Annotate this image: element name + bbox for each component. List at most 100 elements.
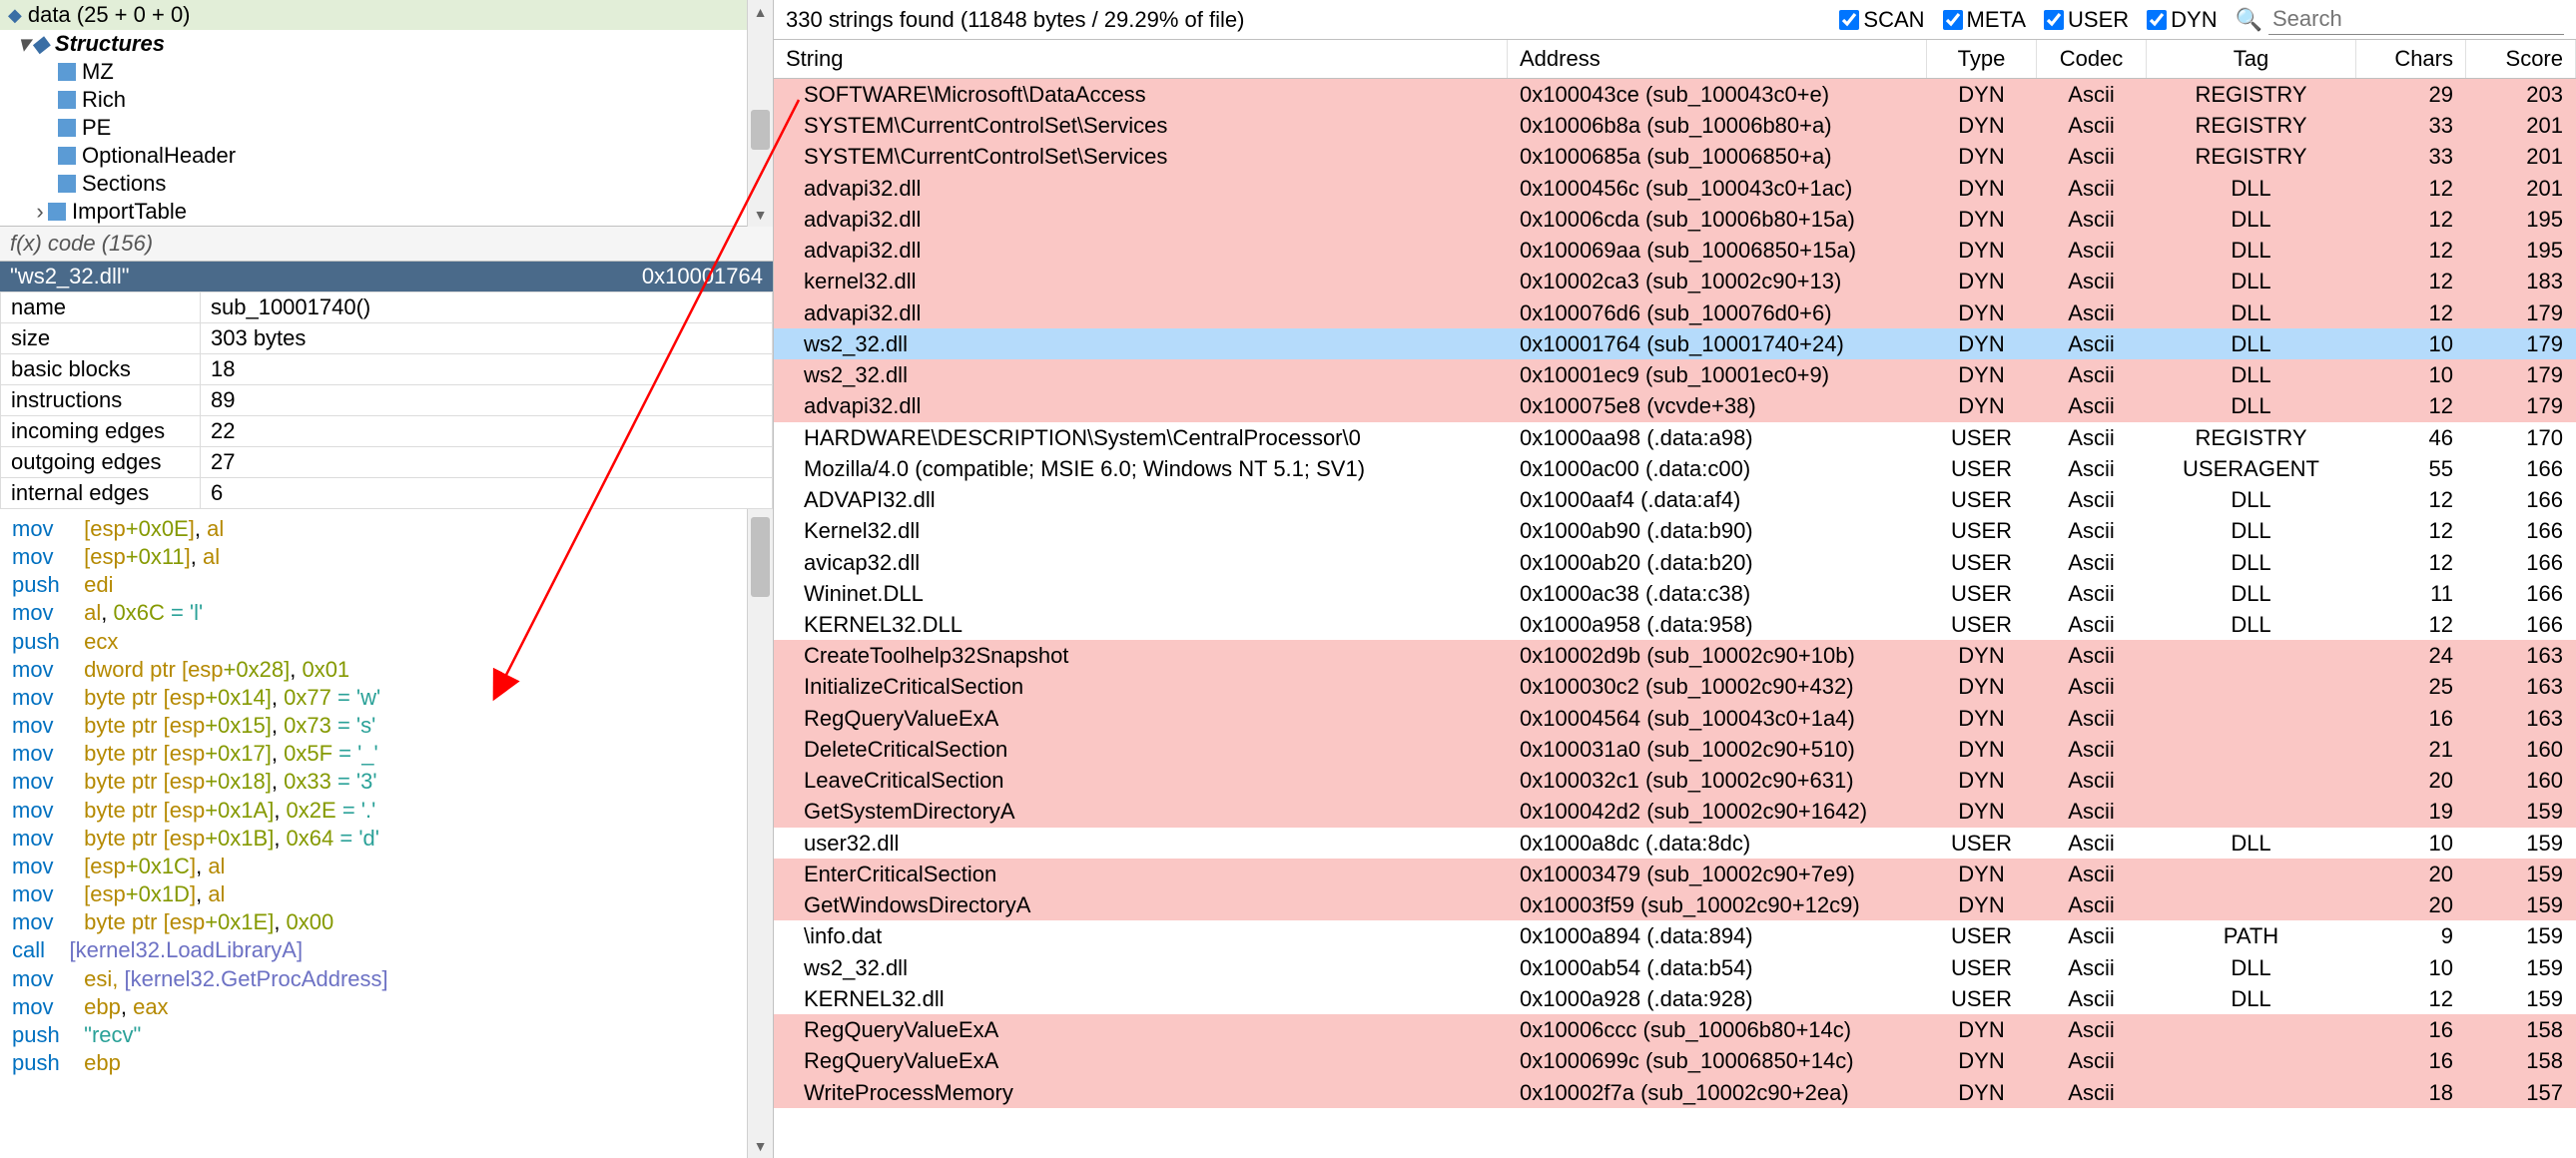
col-chars[interactable]: Chars — [2356, 40, 2466, 78]
asm-line[interactable]: mov ebp, eax — [12, 993, 735, 1021]
table-row[interactable]: RegQueryValueExA0x10006ccc (sub_10006b80… — [774, 1014, 2576, 1045]
table-row[interactable]: SOFTWARE\Microsoft\DataAccess0x100043ce … — [774, 79, 2576, 110]
table-row[interactable]: CreateToolhelp32Snapshot0x10002d9b (sub_… — [774, 640, 2576, 671]
table-row[interactable]: advapi32.dll0x100075e8 (vcvde+38)DYNAsci… — [774, 390, 2576, 421]
col-score[interactable]: Score — [2466, 40, 2576, 78]
table-row[interactable]: SYSTEM\CurrentControlSet\Services0x10006… — [774, 110, 2576, 141]
cell-address: 0x10004564 (sub_100043c0+1a4) — [1508, 703, 1927, 734]
asm-line[interactable]: push edi — [12, 571, 735, 599]
function-properties: namesub_10001740()size303 bytesbasic blo… — [0, 291, 773, 509]
tree-node-structures[interactable]: ▾ ◆ Structures — [0, 30, 747, 58]
tree-node[interactable]: Sections — [0, 170, 747, 198]
table-row[interactable]: \info.dat0x1000a894 (.data:894)USERAscii… — [774, 920, 2576, 951]
scroll-thumb[interactable] — [751, 517, 770, 597]
tree-node[interactable]: PE — [0, 114, 747, 142]
filter-user[interactable]: USER — [2044, 7, 2129, 33]
asm-line[interactable]: mov byte ptr [esp+0x18], 0x33 = '3' — [12, 768, 735, 796]
table-row[interactable]: avicap32.dll0x1000ab20 (.data:b20)USERAs… — [774, 547, 2576, 578]
asm-line[interactable]: mov byte ptr [esp+0x1E], 0x00 — [12, 908, 735, 936]
tree-header[interactable]: ◆ data (25 + 0 + 0) — [0, 0, 747, 30]
filter-dyn[interactable]: DYN — [2147, 7, 2217, 33]
asm-scrollbar[interactable]: ▲ ▼ — [747, 509, 773, 1158]
col-address[interactable]: Address — [1508, 40, 1927, 78]
cell-codec: Ascii — [2037, 110, 2147, 141]
col-type[interactable]: Type — [1927, 40, 2037, 78]
col-tag[interactable]: Tag — [2147, 40, 2356, 78]
asm-line[interactable]: mov [esp+0x1D], al — [12, 880, 735, 908]
table-row[interactable]: HARDWARE\DESCRIPTION\System\CentralProce… — [774, 422, 2576, 453]
table-body[interactable]: SOFTWARE\Microsoft\DataAccess0x100043ce … — [774, 79, 2576, 1158]
cell-string: Wininet.DLL — [774, 578, 1508, 609]
asm-line[interactable]: push "recv" — [12, 1021, 735, 1049]
scroll-up-icon[interactable]: ▲ — [748, 0, 773, 24]
search-box[interactable]: 🔍 — [2236, 4, 2564, 35]
checkbox[interactable] — [1943, 10, 1963, 30]
table-row[interactable]: LeaveCriticalSection0x100032c1 (sub_1000… — [774, 765, 2576, 796]
tree-node[interactable]: Rich — [0, 86, 747, 114]
filter-scan[interactable]: SCAN — [1839, 7, 1924, 33]
asm-line[interactable]: push ecx — [12, 628, 735, 656]
asm-line[interactable]: mov esi, [kernel32.GetProcAddress] — [12, 965, 735, 993]
asm-line[interactable]: mov byte ptr [esp+0x15], 0x73 = 's' — [12, 712, 735, 740]
table-row[interactable]: user32.dll0x1000a8dc (.data:8dc)USERAsci… — [774, 828, 2576, 859]
table-row[interactable]: advapi32.dll0x100076d6 (sub_100076d0+6)D… — [774, 297, 2576, 328]
table-row[interactable]: kernel32.dll0x10002ca3 (sub_10002c90+13)… — [774, 266, 2576, 296]
table-row[interactable]: Mozilla/4.0 (compatible; MSIE 6.0; Windo… — [774, 453, 2576, 484]
search-input[interactable] — [2268, 4, 2564, 35]
table-row[interactable]: GetSystemDirectoryA0x100042d2 (sub_10002… — [774, 796, 2576, 827]
cell-score: 159 — [2466, 983, 2576, 1014]
tree-scrollbar[interactable]: ▲ ▼ — [747, 0, 773, 227]
asm-line[interactable]: mov byte ptr [esp+0x1B], 0x64 = 'd' — [12, 825, 735, 853]
checkbox[interactable] — [1839, 10, 1859, 30]
asm-line[interactable]: mov [esp+0x0E], al — [12, 515, 735, 543]
cell-tag: DLL — [2147, 578, 2356, 609]
table-row[interactable]: advapi32.dll0x10006cda (sub_10006b80+15a… — [774, 204, 2576, 235]
asm-line[interactable]: mov byte ptr [esp+0x14], 0x77 = 'w' — [12, 684, 735, 712]
tree-node[interactable]: ›ImportTable — [0, 198, 747, 226]
table-row[interactable]: Wininet.DLL0x1000ac38 (.data:c38)USERAsc… — [774, 578, 2576, 609]
cell-score: 160 — [2466, 765, 2576, 796]
tree-node[interactable]: MZ — [0, 58, 747, 86]
scroll-down-icon[interactable]: ▼ — [748, 1134, 773, 1158]
function-header: "ws2_32.dll" 0x10001764 — [0, 262, 773, 291]
scroll-down-icon[interactable]: ▼ — [748, 203, 773, 227]
filter-meta[interactable]: META — [1943, 7, 2026, 33]
table-row[interactable]: KERNEL32.DLL0x1000a958 (.data:958)USERAs… — [774, 609, 2576, 640]
scroll-thumb[interactable] — [751, 110, 770, 150]
disassembly-view[interactable]: mov [esp+0x0E], almov [esp+0x11], alpush… — [0, 509, 747, 1158]
table-row[interactable]: ws2_32.dll0x10001ec9 (sub_10001ec0+9)DYN… — [774, 359, 2576, 390]
table-row[interactable]: EnterCriticalSection0x10003479 (sub_1000… — [774, 859, 2576, 889]
asm-line[interactable]: mov dword ptr [esp+0x28], 0x01 — [12, 656, 735, 684]
cell-chars: 18 — [2356, 1077, 2466, 1108]
col-codec[interactable]: Codec — [2037, 40, 2147, 78]
table-row[interactable]: WriteProcessMemory0x10002f7a (sub_10002c… — [774, 1077, 2576, 1108]
asm-line[interactable]: mov byte ptr [esp+0x17], 0x5F = '_' — [12, 740, 735, 768]
asm-line[interactable]: mov [esp+0x1C], al — [12, 853, 735, 880]
table-row[interactable]: DeleteCriticalSection0x100031a0 (sub_100… — [774, 734, 2576, 765]
checkbox[interactable] — [2147, 10, 2167, 30]
fx-bar[interactable]: f(x) code (156) — [0, 227, 773, 262]
asm-line[interactable]: push ebp — [12, 1049, 735, 1077]
table-row[interactable]: KERNEL32.dll0x1000a928 (.data:928)USERAs… — [774, 983, 2576, 1014]
asm-line[interactable]: mov byte ptr [esp+0x1A], 0x2E = '.' — [12, 797, 735, 825]
col-string[interactable]: String — [774, 40, 1508, 78]
tree-node[interactable]: OptionalHeader — [0, 142, 747, 170]
table-row[interactable]: ws2_32.dll0x1000ab54 (.data:b54)USERAsci… — [774, 952, 2576, 983]
table-row[interactable]: ws2_32.dll0x10001764 (sub_10001740+24)DY… — [774, 328, 2576, 359]
checkbox[interactable] — [2044, 10, 2064, 30]
table-row[interactable]: InitializeCriticalSection0x100030c2 (sub… — [774, 671, 2576, 702]
structures-tree[interactable]: ◆ data (25 + 0 + 0) ▾ ◆ Structures MZRic… — [0, 0, 747, 227]
asm-line[interactable]: mov al, 0x6C = 'l' — [12, 599, 735, 627]
table-row[interactable]: GetWindowsDirectoryA0x10003f59 (sub_1000… — [774, 889, 2576, 920]
table-row[interactable]: RegQueryValueExA0x10004564 (sub_100043c0… — [774, 703, 2576, 734]
cell-address: 0x1000ab20 (.data:b20) — [1508, 547, 1927, 578]
table-row[interactable]: advapi32.dll0x100069aa (sub_10006850+15a… — [774, 235, 2576, 266]
table-row[interactable]: ADVAPI32.dll0x1000aaf4 (.data:af4)USERAs… — [774, 484, 2576, 515]
table-row[interactable]: Kernel32.dll0x1000ab90 (.data:b90)USERAs… — [774, 515, 2576, 546]
table-row[interactable]: advapi32.dll0x1000456c (sub_100043c0+1ac… — [774, 173, 2576, 204]
table-row[interactable]: RegQueryValueExA0x1000699c (sub_10006850… — [774, 1045, 2576, 1076]
asm-line[interactable]: mov [esp+0x11], al — [12, 543, 735, 571]
table-header[interactable]: String Address Type Codec Tag Chars Scor… — [774, 39, 2576, 79]
table-row[interactable]: SYSTEM\CurrentControlSet\Services0x10006… — [774, 141, 2576, 172]
asm-line[interactable]: call [kernel32.LoadLibraryA] — [12, 936, 735, 964]
